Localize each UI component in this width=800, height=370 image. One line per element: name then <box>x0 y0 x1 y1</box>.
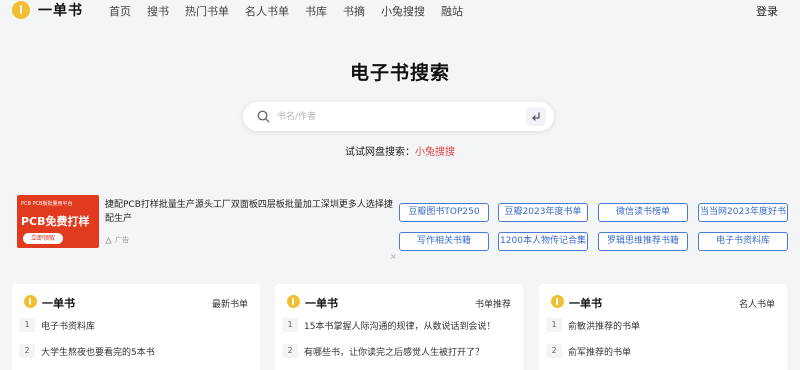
ad-image-headline: PCB免费打样 <box>21 215 90 228</box>
list-item[interactable]: 2 有哪些书，让你读完之后感觉人生被打开了？ <box>275 344 523 360</box>
ad-banner[interactable]: PCB PCB板批量用平台 PCB免费打样 立即领取 捷配PCB打样批量生产源头… <box>12 190 397 262</box>
booklist-title[interactable]: 俞军推荐的书单 <box>568 345 780 358</box>
booklist-card-recommended: 一单书 书单推荐 1 15本书掌握人际沟通的规律，从数说话到会说！ 2 有哪些书… <box>275 284 523 370</box>
booklist-card-celebrity: 一单书 名人书单 1 俞敏洪推荐的书单 2 俞军推荐的书单 <box>539 284 787 370</box>
ad-text[interactable]: 捷配PCB打样批量生产源头工厂双面板四层板批量加工深圳更多人选择捷配生产 <box>105 198 395 226</box>
card-category[interactable]: 最新书单 <box>212 297 248 310</box>
rank-number: 2 <box>546 344 562 358</box>
list-item[interactable]: 2 俞军推荐的书单 <box>539 344 787 360</box>
search-box <box>243 102 554 131</box>
rank-number: 2 <box>282 344 298 358</box>
nav-item-hot-booklists[interactable]: 热门书单 <box>185 3 229 19</box>
quick-link-dangdang-2023[interactable]: 当当网2023年度好书 <box>698 203 788 222</box>
ad-image-caption: PCB PCB板批量用平台 <box>21 201 73 207</box>
card-logo-text: 一单书 <box>42 297 75 310</box>
list-item[interactable]: 2 大学生熬夜也要看完的5本书 <box>12 344 260 360</box>
card-logo-icon <box>24 295 37 308</box>
booklist-title[interactable]: 15本书掌握人际沟通的规律，从数说话到会说！ <box>304 319 516 332</box>
top-nav-bar: 一单书 首页 搜书 热门书单 名人书单 书库 书摘 小兔搜搜 融站 登录 <box>0 0 800 22</box>
enter-icon <box>532 112 540 121</box>
card-logo-text: 一单书 <box>569 297 602 310</box>
ad-claim-button[interactable]: 立即领取 <box>23 233 63 244</box>
card-category[interactable]: 名人书单 <box>739 297 775 310</box>
logo-text: 一单书 <box>38 3 83 19</box>
nav-item-celebrity-booklists[interactable]: 名人书单 <box>245 3 289 19</box>
quick-link-writing-books[interactable]: 写作相关书籍 <box>399 232 489 251</box>
site-logo[interactable]: 一单书 <box>12 0 83 20</box>
quick-link-biographies[interactable]: 1200本人物传记合集 <box>498 232 588 251</box>
nav-item-excerpts[interactable]: 书摘 <box>343 3 365 19</box>
try-netdisk-search: 试试网盘搜索：小兔搜搜 <box>0 143 800 158</box>
ad-close-icon[interactable]: × <box>390 253 397 261</box>
booklist-title[interactable]: 电子书资料库 <box>41 319 253 332</box>
ad-icon <box>105 236 112 244</box>
card-logo-icon <box>287 295 300 308</box>
quick-link-douban-2023[interactable]: 豆瓣2023年度书单 <box>498 203 588 222</box>
booklist-title[interactable]: 有哪些书，让你读完之后感觉人生被打开了？ <box>304 345 516 358</box>
search-input[interactable] <box>277 107 507 126</box>
card-logo-text: 一单书 <box>305 297 338 310</box>
list-item[interactable]: 1 电子书资料库 <box>12 318 260 334</box>
ad-label: 广告 <box>105 235 129 245</box>
page-title: 电子书搜索 <box>349 62 450 84</box>
nav-item-rongzhan[interactable]: 融站 <box>441 3 463 19</box>
search-submit-button[interactable] <box>526 107 546 126</box>
quick-link-luoji[interactable]: 罗辑思维推荐书籍 <box>598 232 688 251</box>
booklist-card-latest: 一单书 最新书单 1 电子书资料库 2 大学生熬夜也要看完的5本书 <box>12 284 260 370</box>
ad-tag-text: 广告 <box>115 236 129 244</box>
xiaotu-search-link[interactable]: 小兔搜搜 <box>415 147 455 158</box>
rank-number: 2 <box>19 344 35 358</box>
quick-link-ebook-library[interactable]: 电子书资料库 <box>698 232 788 251</box>
search-icon <box>257 110 270 123</box>
nav-item-xiaotu-search[interactable]: 小兔搜搜 <box>381 3 425 19</box>
nav-item-home[interactable]: 首页 <box>109 3 131 19</box>
rank-number: 1 <box>19 318 35 332</box>
ad-image[interactable]: PCB PCB板批量用平台 PCB免费打样 立即领取 <box>17 195 99 248</box>
nav-item-library[interactable]: 书库 <box>305 3 327 19</box>
card-header: 一单书 名人书单 <box>539 294 787 310</box>
try-label: 试试网盘搜索： <box>345 147 415 158</box>
nav-item-search-books[interactable]: 搜书 <box>147 3 169 19</box>
quick-links: 豆瓣图书TOP250 豆瓣2023年度书单 微信读书榜单 当当网2023年度好书… <box>399 203 789 253</box>
booklist-title[interactable]: 俞敏洪推荐的书单 <box>568 319 780 332</box>
quick-link-douban-top250[interactable]: 豆瓣图书TOP250 <box>399 203 489 222</box>
card-header: 一单书 书单推荐 <box>275 294 523 310</box>
list-item[interactable]: 1 俞敏洪推荐的书单 <box>539 318 787 334</box>
list-item[interactable]: 1 15本书掌握人际沟通的规律，从数说话到会说！ <box>275 318 523 334</box>
quick-link-weread[interactable]: 微信读书榜单 <box>598 203 688 222</box>
card-header: 一单书 最新书单 <box>12 294 260 310</box>
logo-icon <box>12 1 30 19</box>
rank-number: 1 <box>546 318 562 332</box>
rank-number: 1 <box>282 318 298 332</box>
card-logo-icon <box>551 295 564 308</box>
card-category[interactable]: 书单推荐 <box>475 297 511 310</box>
main-nav: 首页 搜书 热门书单 名人书单 书库 书摘 小兔搜搜 融站 <box>109 3 479 19</box>
login-link[interactable]: 登录 <box>756 3 778 19</box>
booklist-title[interactable]: 大学生熬夜也要看完的5本书 <box>41 345 253 358</box>
